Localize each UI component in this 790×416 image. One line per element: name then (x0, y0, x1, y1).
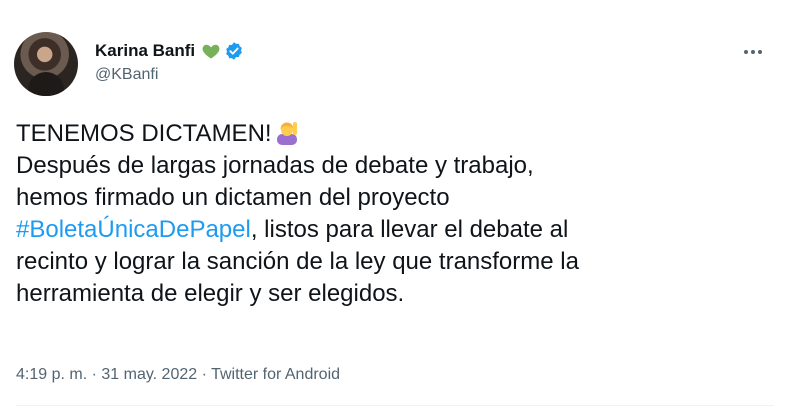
author-handle[interactable]: @KBanfi (95, 66, 158, 84)
hashtag-link[interactable]: #BoletaÚnicaDePapel (16, 216, 251, 243)
more-dot-icon (758, 50, 762, 54)
more-options-button[interactable] (738, 42, 768, 62)
more-dot-icon (744, 50, 748, 54)
meta-separator: · (87, 366, 102, 383)
tweet-date[interactable]: 31 may. 2022 (101, 366, 197, 383)
divider (16, 405, 774, 406)
avatar-figure (28, 72, 64, 96)
tweet-line-text: , listos para llevar el debate al (250, 216, 569, 243)
author-display-name[interactable]: Karina Banfi (95, 41, 195, 61)
tweet-line: recinto y lograr la sanción de la ley qu… (16, 248, 579, 275)
tweet-source[interactable]: Twitter for Android (211, 366, 340, 383)
tweet-card: Karina Banfi @KBanfi TENEMOS DICTAMEN! D… (0, 0, 790, 416)
avatar[interactable] (14, 32, 78, 96)
green-heart-icon (202, 44, 220, 59)
tweet-line: herramienta de elegir y ser elegidos. (16, 280, 405, 307)
meta-separator: · (197, 366, 212, 383)
tweet-line: #BoletaÚnicaDePapel, listos para llevar … (16, 214, 756, 246)
tweet-line: Después de largas jornadas de debate y t… (16, 152, 534, 179)
more-dot-icon (751, 50, 755, 54)
person-raising-hand-icon (276, 122, 297, 145)
tweet-line-text: TENEMOS DICTAMEN! (16, 120, 272, 147)
tweet-line: hemos firmado un dictamen del proyecto (16, 184, 450, 211)
tweet-text: TENEMOS DICTAMEN! Después de largas jorn… (16, 118, 756, 310)
verified-badge-icon (226, 42, 242, 60)
author-name-row: Karina Banfi (95, 40, 244, 62)
tweet-time[interactable]: 4:19 p. m. (16, 366, 87, 383)
tweet-metadata: 4:19 p. m. · 31 may. 2022 · Twitter for … (16, 366, 340, 384)
tweet-line: TENEMOS DICTAMEN! (16, 118, 756, 150)
